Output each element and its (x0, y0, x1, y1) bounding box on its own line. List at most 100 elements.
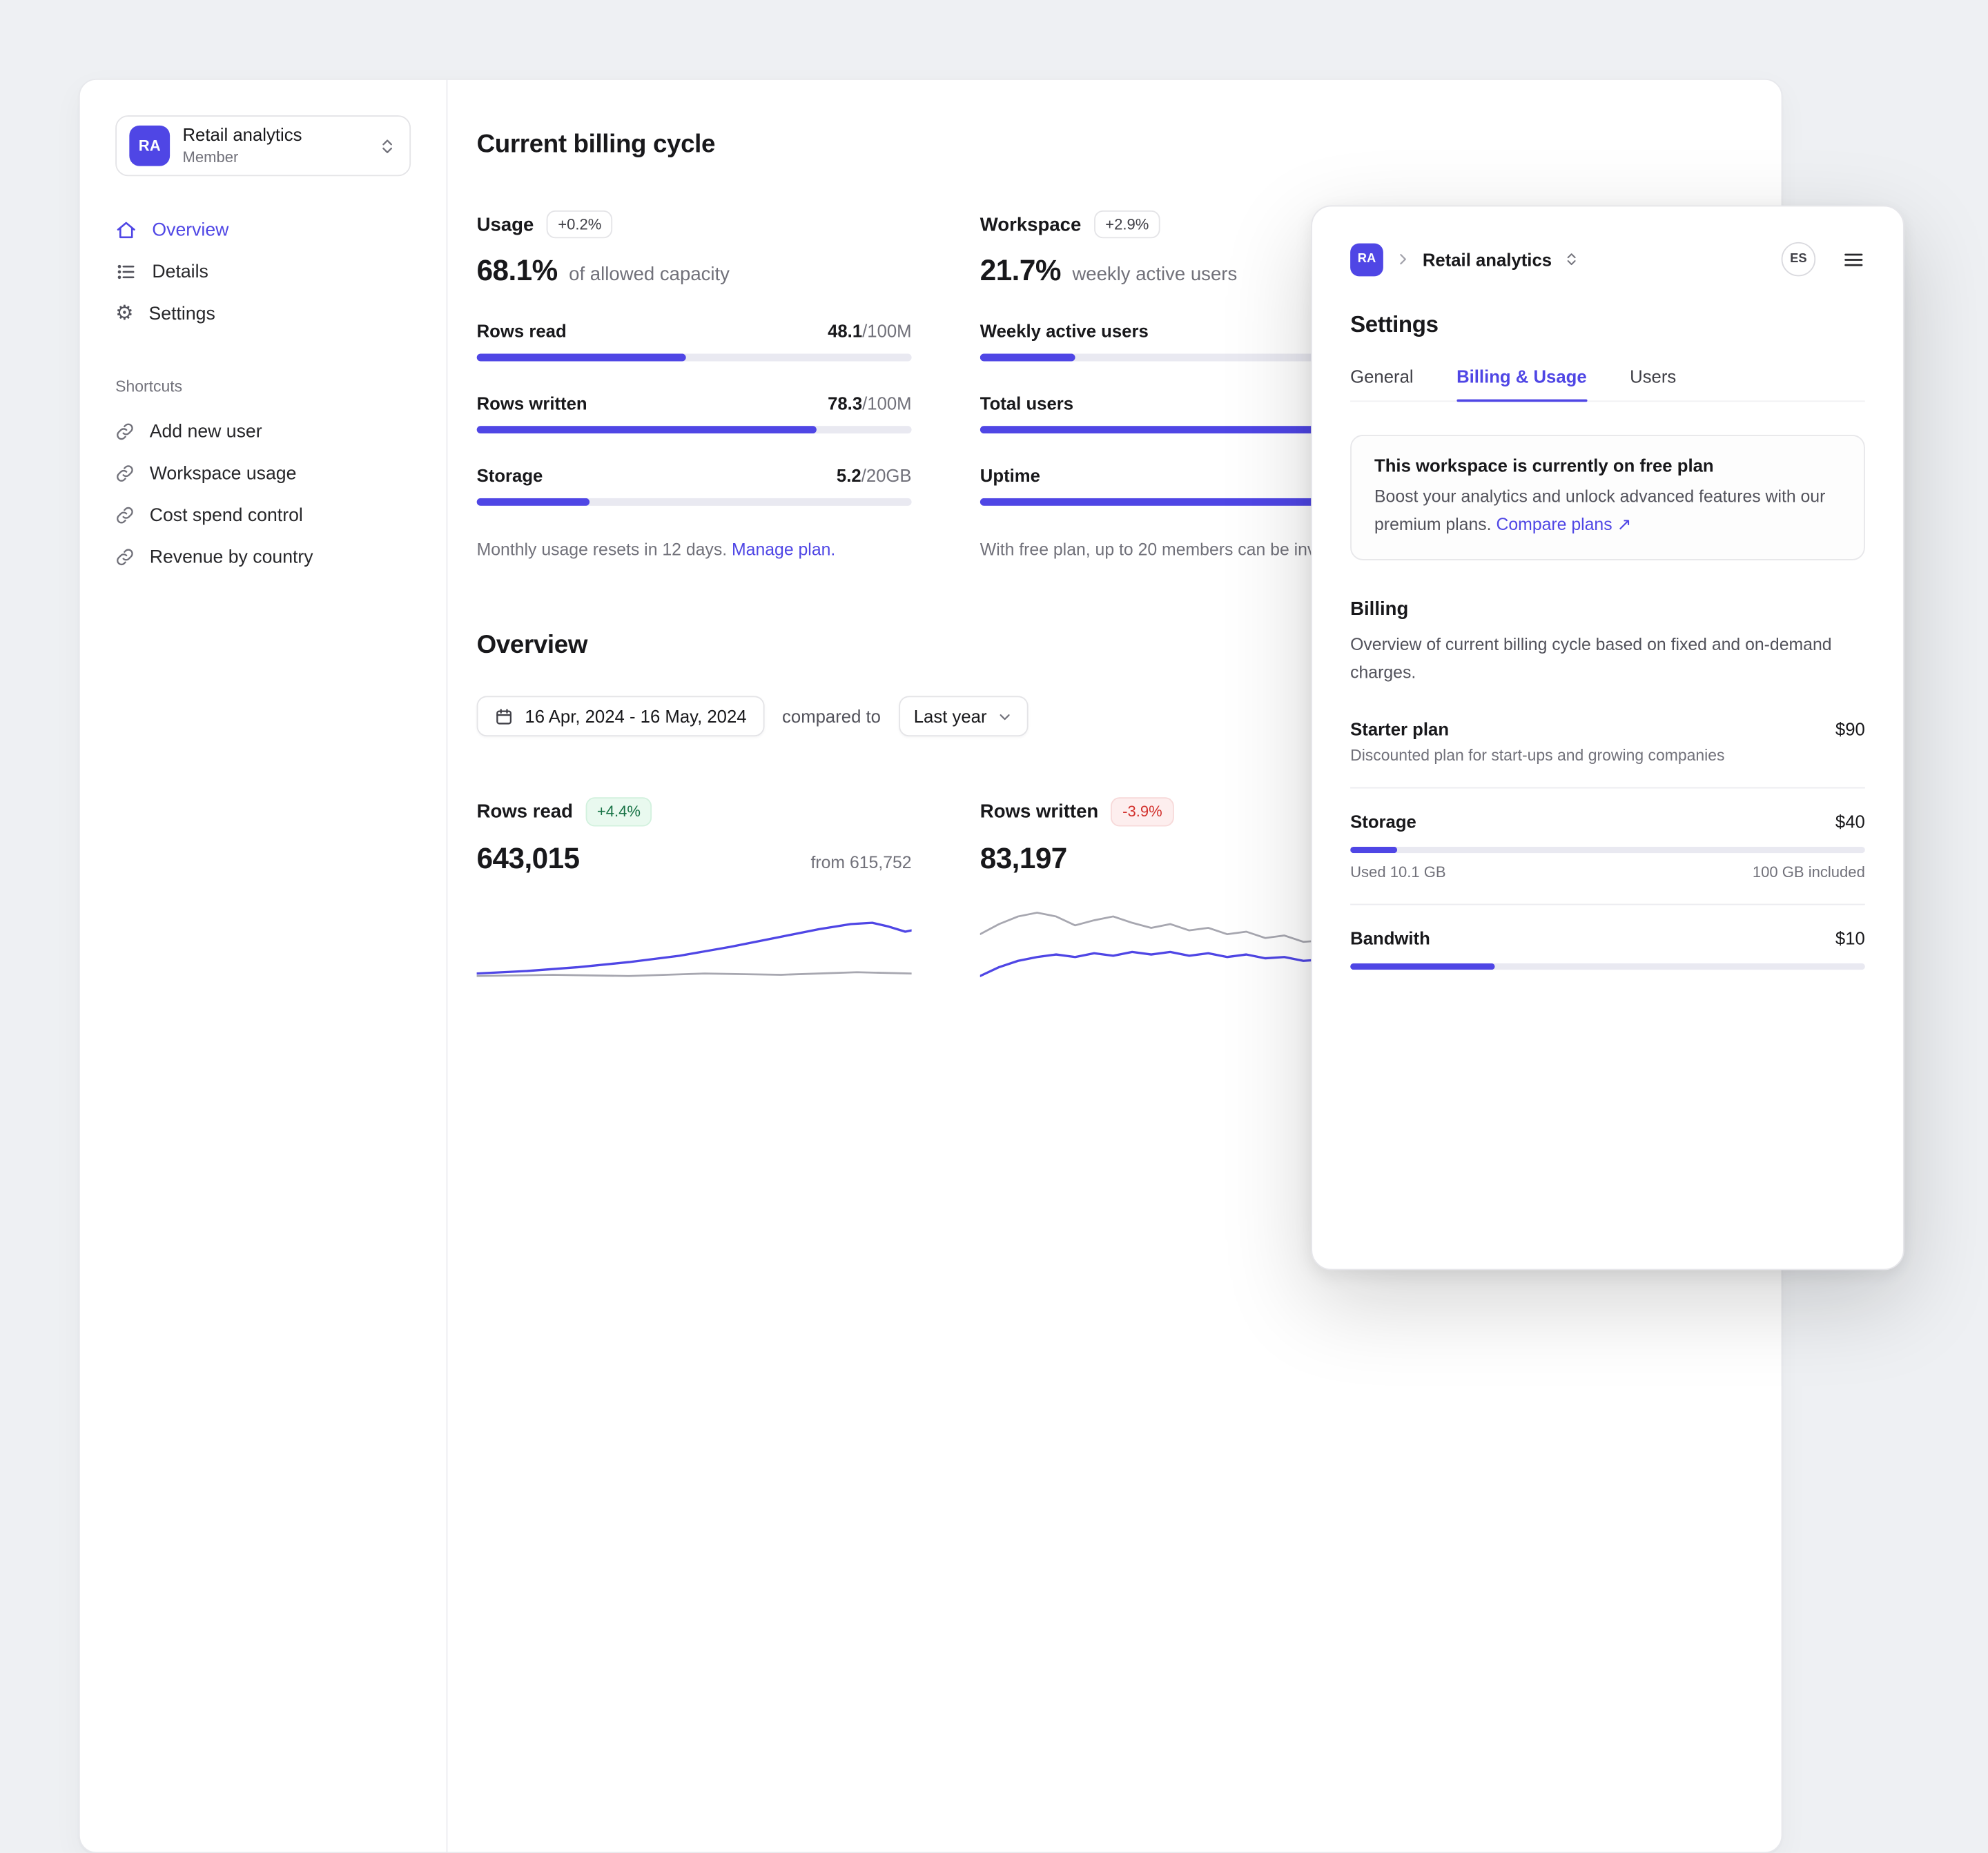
screen: RA Retail analytics Member Overview (0, 0, 1988, 932)
settings-panel-header: RA Retail analytics ES (1350, 242, 1865, 277)
menu-icon[interactable] (1842, 248, 1865, 271)
workspace-name: Retail analytics (182, 124, 364, 146)
divider (1350, 904, 1865, 905)
metric-current: 48.1 (828, 321, 862, 341)
metric-label: Storage (477, 465, 543, 485)
billing-item-name: Starter plan (1350, 719, 1449, 739)
arrow-up-right-icon: ↗ (1617, 514, 1632, 533)
workspace-change-badge: +2.9% (1094, 210, 1160, 239)
metric-label: Rows written (477, 393, 587, 413)
shortcuts-list: Add new user Workspace usage Cost spend … (115, 411, 411, 578)
link-icon (115, 464, 135, 483)
sidebar: RA Retail analytics Member Overview (80, 80, 448, 1852)
stat-change-badge-negative: -3.9% (1111, 798, 1174, 826)
language-badge[interactable]: ES (1782, 242, 1816, 277)
metric-current: 78.3 (828, 393, 862, 413)
billing-item-storage: Storage $40 Used 10.1 GB 100 GB included (1350, 812, 1865, 881)
usage-label: Usage (477, 214, 534, 235)
workspace-label: Workspace (980, 214, 1082, 235)
link-icon (115, 547, 135, 567)
workspace-caption: weekly active users (1072, 264, 1237, 285)
sidebar-item-details[interactable]: Details (115, 251, 411, 293)
shortcut-label: Add new user (150, 422, 262, 442)
progress-fill (1350, 964, 1494, 970)
usage-footnote-text: Monthly usage resets in 12 days. (477, 540, 727, 560)
metric-label: Weekly active users (980, 321, 1149, 341)
date-range-picker[interactable]: 16 Apr, 2024 - 16 May, 2024 (477, 696, 765, 737)
chevron-down-icon (997, 709, 1013, 725)
metric-value: 48.1/100M (828, 321, 912, 341)
compare-plans-link[interactable]: Compare plans ↗ (1496, 514, 1631, 533)
metric-rows-read: Rows read 48.1/100M (477, 321, 912, 362)
tab-users[interactable]: Users (1630, 366, 1676, 386)
sidebar-item-overview[interactable]: Overview (115, 209, 411, 251)
storage-used: Used 10.1 GB (1350, 864, 1445, 882)
shortcut-label: Cost spend control (150, 505, 303, 525)
stat-value: 643,015 (477, 841, 580, 876)
progress-track (477, 426, 912, 433)
usage-change-badge: +0.2% (547, 210, 613, 239)
compared-to-label: compared to (782, 707, 881, 727)
usage-footnote: Monthly usage resets in 12 days. Manage … (477, 538, 912, 563)
settings-title: Settings (1350, 312, 1865, 339)
sidebar-nav: Overview Details ⚙ Settings (115, 209, 411, 335)
progress-track (477, 354, 912, 362)
workspace-meta: Retail analytics Member (182, 124, 364, 167)
workspace-value: 21.7% (980, 254, 1061, 288)
shortcut-workspace-usage[interactable]: Workspace usage (115, 453, 411, 495)
shortcut-add-new-user[interactable]: Add new user (115, 411, 411, 453)
sidebar-item-settings[interactable]: ⚙ Settings (115, 293, 411, 335)
link-icon (115, 506, 135, 525)
metric-total: /100M (862, 393, 911, 413)
settings-panel: RA Retail analytics ES Settings General … (1311, 206, 1904, 1271)
workspace-selector[interactable]: RA Retail analytics Member (115, 115, 411, 176)
link-icon (115, 422, 135, 442)
shortcut-revenue-by-country[interactable]: Revenue by country (115, 536, 411, 578)
tab-general[interactable]: General (1350, 366, 1413, 386)
stat-change-badge-positive: +4.4% (585, 798, 652, 826)
stat-value: 83,197 (980, 841, 1067, 876)
tab-billing-usage[interactable]: Billing & Usage (1456, 366, 1587, 386)
storage-included: 100 GB included (1753, 864, 1865, 882)
home-icon (115, 219, 137, 241)
progress-fill (1350, 847, 1396, 854)
compare-select[interactable]: Last year (899, 696, 1029, 737)
usage-caption: of allowed capacity (569, 264, 730, 285)
workspace-role: Member (182, 148, 364, 167)
shortcut-cost-spend-control[interactable]: Cost spend control (115, 494, 411, 536)
stat-label: Rows read (477, 801, 573, 823)
chevron-up-down-icon (378, 136, 397, 155)
progress-fill (477, 426, 816, 433)
progress-fill (980, 426, 1328, 433)
billing-item-description: Discounted plan for start-ups and growin… (1350, 747, 1865, 765)
progress-fill (980, 354, 1076, 362)
sidebar-item-label: Details (152, 262, 208, 282)
stat-label: Rows written (980, 801, 1098, 823)
billing-section-description: Overview of current billing cycle based … (1350, 631, 1832, 686)
stat-comparison: from 615,752 (810, 852, 911, 872)
free-plan-notice: This workspace is currently on free plan… (1350, 435, 1865, 560)
progress-track (1350, 964, 1865, 970)
date-range-value: 16 Apr, 2024 - 16 May, 2024 (525, 707, 746, 727)
sidebar-item-label: Overview (152, 220, 228, 240)
settings-tabs: General Billing & Usage Users (1350, 366, 1865, 402)
breadcrumb-workspace-name[interactable]: Retail analytics (1423, 249, 1552, 269)
billing-item-price: $40 (1835, 812, 1865, 832)
rows-read-chart (477, 903, 912, 1017)
shortcuts-label: Shortcuts (115, 378, 411, 395)
billing-section-title: Billing (1350, 598, 1865, 620)
compare-select-value: Last year (914, 707, 987, 727)
workspace-avatar: RA (1350, 243, 1383, 276)
metric-total: /20GB (861, 465, 912, 485)
calendar-icon (494, 707, 514, 727)
progress-fill (477, 498, 590, 506)
billing-items: Starter plan $90 Discounted plan for sta… (1350, 719, 1865, 970)
chevron-up-down-icon[interactable] (1563, 251, 1580, 268)
billing-item-price: $90 (1835, 719, 1865, 739)
billing-item-starter-plan: Starter plan $90 Discounted plan for sta… (1350, 719, 1865, 765)
progress-track (1350, 847, 1865, 854)
sidebar-item-label: Settings (149, 304, 215, 324)
manage-plan-link[interactable]: Manage plan. (732, 540, 835, 560)
metric-rows-written: Rows written 78.3/100M (477, 393, 912, 434)
shortcut-label: Revenue by country (150, 547, 313, 567)
